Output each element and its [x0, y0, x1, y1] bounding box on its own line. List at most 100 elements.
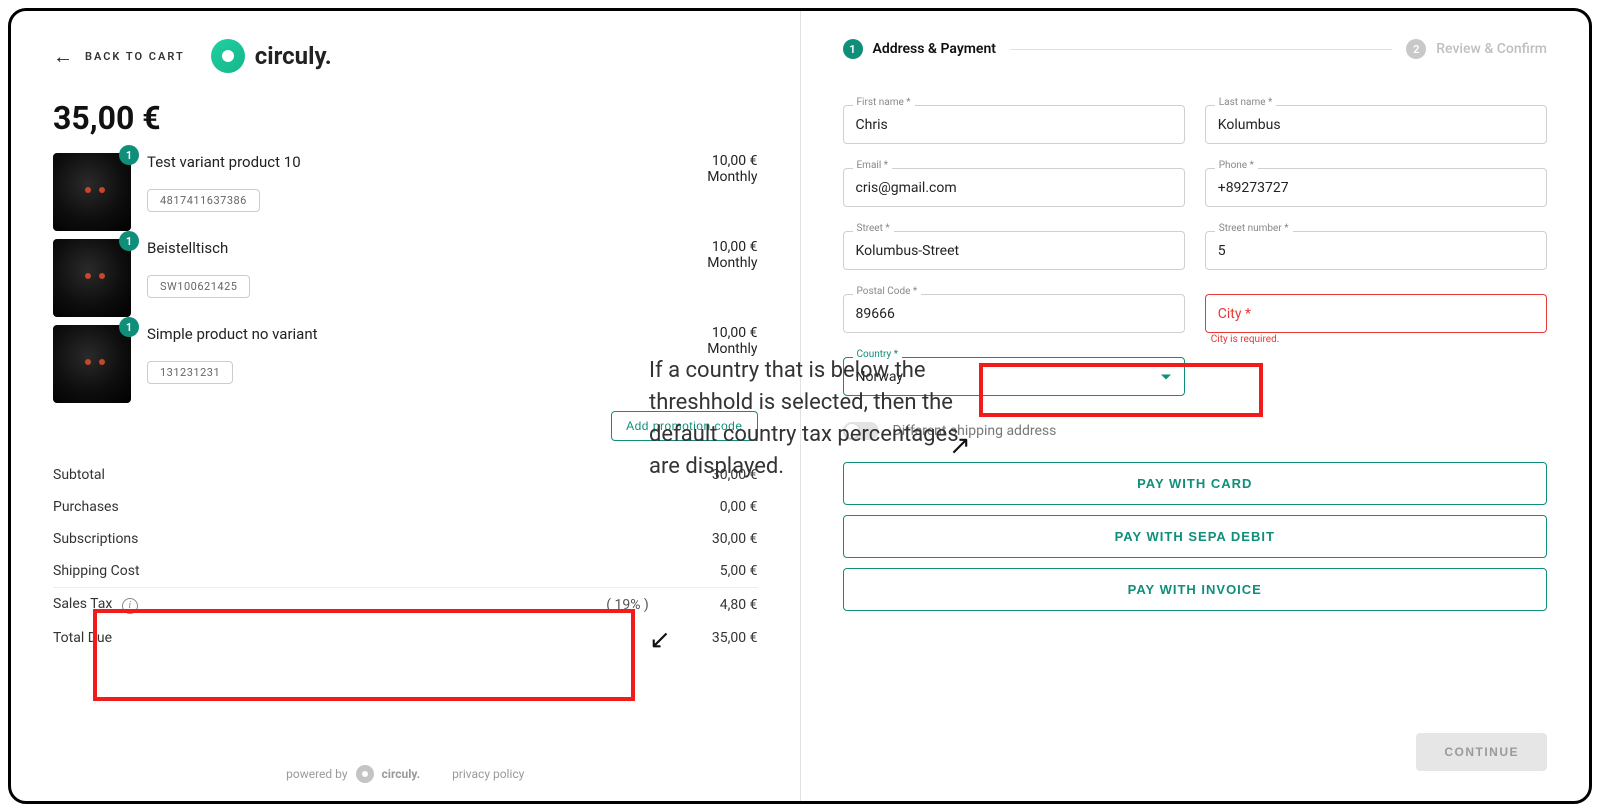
- qty-badge: 1: [119, 145, 139, 165]
- field-value[interactable]: Kolumbus: [1205, 105, 1547, 144]
- product-name: Test variant product 10: [147, 153, 652, 171]
- summary-label: Subtotal: [53, 467, 668, 483]
- field-placeholder[interactable]: City *: [1205, 294, 1547, 333]
- product-name: Beistelltisch: [147, 239, 652, 257]
- product-thumb: 1: [53, 325, 131, 403]
- city-field[interactable]: City * City is required.: [1205, 294, 1547, 333]
- summary-value: 0,00 €: [668, 499, 758, 515]
- first-name-field[interactable]: First name * Chris: [843, 105, 1185, 144]
- step-address-payment[interactable]: 1 Address & Payment: [843, 39, 997, 59]
- last-name-field[interactable]: Last name * Kolumbus: [1205, 105, 1547, 144]
- step-review-confirm[interactable]: 2 Review & Confirm: [1406, 39, 1547, 59]
- street-field[interactable]: Street * Kolumbus-Street: [843, 231, 1185, 270]
- field-value[interactable]: +89273727: [1205, 168, 1547, 207]
- summary-label: Sales Tax i: [53, 596, 588, 614]
- summary-shipping: Shipping Cost 5,00 €: [53, 555, 758, 588]
- checkout-form-panel: 1 Address & Payment 2 Review & Confirm F…: [801, 11, 1590, 801]
- tax-percentage: ( 19% ): [588, 597, 668, 613]
- field-value[interactable]: Kolumbus-Street: [843, 231, 1185, 270]
- summary-value: 5,00 €: [668, 563, 758, 579]
- shipping-toggle[interactable]: [843, 422, 879, 440]
- summary-value: 30,00 €: [668, 467, 758, 483]
- pay-invoice-button[interactable]: PAY WITH INVOICE: [843, 568, 1548, 611]
- field-label: First name *: [853, 97, 915, 108]
- product-thumb: 1: [53, 239, 131, 317]
- field-error: City is required.: [1211, 334, 1280, 345]
- product-sku: SW100621425: [147, 275, 250, 298]
- product-name: Simple product no variant: [147, 325, 652, 343]
- field-label: Last name *: [1215, 97, 1277, 108]
- field-value[interactable]: cris@gmail.com: [843, 168, 1185, 207]
- qty-badge: 1: [119, 231, 139, 251]
- product-sku: 4817411637386: [147, 189, 260, 212]
- summary-total-due: Total Due 35,00 €: [53, 622, 758, 654]
- product-period: Monthly: [668, 169, 758, 185]
- step-line: [1010, 49, 1392, 50]
- footer-logo-icon: [356, 765, 374, 783]
- step-number-icon: 1: [843, 39, 863, 59]
- summary-subscriptions: Subscriptions 30,00 €: [53, 523, 758, 555]
- continue-button[interactable]: CONTINUE: [1416, 733, 1547, 771]
- email-field[interactable]: Email * cris@gmail.com: [843, 168, 1185, 207]
- powered-by-label: powered by: [286, 767, 347, 781]
- tax-label-text: Sales Tax: [53, 596, 112, 612]
- checkout-steps: 1 Address & Payment 2 Review & Confirm: [843, 39, 1548, 59]
- country-select[interactable]: Country * Norway: [843, 357, 1185, 396]
- step-label: Review & Confirm: [1436, 41, 1547, 57]
- summary-label: Purchases: [53, 499, 668, 515]
- privacy-link[interactable]: privacy policy: [452, 767, 524, 781]
- shipping-toggle-label: Different shipping address: [893, 423, 1057, 439]
- summary-tax: Sales Tax i ( 19% ) 4,80 €: [53, 588, 758, 622]
- footer-brand: circuly.: [382, 767, 421, 781]
- checkout-frame: ← BACK TO CART circuly. 35,00 € 1 Test v…: [8, 8, 1592, 804]
- summary-value: 35,00 €: [668, 630, 758, 646]
- field-value[interactable]: Norway: [843, 357, 1185, 396]
- step-number-icon: 2: [1406, 39, 1426, 59]
- step-label: Address & Payment: [873, 41, 997, 57]
- field-label: Street number *: [1215, 223, 1293, 234]
- field-label: Country *: [853, 349, 903, 360]
- postal-code-field[interactable]: Postal Code * 89666: [843, 294, 1185, 333]
- field-label: Postal Code *: [853, 286, 922, 297]
- product-price: 10,00 €: [668, 325, 758, 341]
- summary-value: 30,00 €: [668, 531, 758, 547]
- summary-subtotal: Subtotal 30,00 €: [53, 459, 758, 491]
- cart-item: 1 Test variant product 10 4817411637386 …: [53, 153, 758, 231]
- brand-logo: circuly.: [211, 39, 332, 73]
- product-period: Monthly: [668, 341, 758, 357]
- different-shipping-row: Different shipping address: [843, 422, 1548, 440]
- field-value[interactable]: Chris: [843, 105, 1185, 144]
- field-label: Email *: [853, 160, 893, 171]
- pay-card-button[interactable]: PAY WITH CARD: [843, 462, 1548, 505]
- product-price: 10,00 €: [668, 239, 758, 255]
- summary-label: Shipping Cost: [53, 563, 668, 579]
- cart-item: 1 Simple product no variant 131231231 10…: [53, 325, 758, 403]
- order-summary-panel: ← BACK TO CART circuly. 35,00 € 1 Test v…: [11, 11, 800, 801]
- brand-name: circuly.: [255, 42, 332, 70]
- product-thumb: 1: [53, 153, 131, 231]
- field-label: Phone *: [1215, 160, 1258, 171]
- pay-sepa-button[interactable]: PAY WITH SEPA DEBIT: [843, 515, 1548, 558]
- chevron-down-icon: [1161, 374, 1171, 379]
- summary-label: Subscriptions: [53, 531, 668, 547]
- cart-item: 1 Beistelltisch SW100621425 10,00 € Mont…: [53, 239, 758, 317]
- summary-value: 4,80 €: [668, 597, 758, 613]
- info-icon[interactable]: i: [122, 598, 138, 614]
- footer: powered by circuly. privacy policy: [11, 765, 800, 783]
- back-to-cart-link[interactable]: BACK TO CART: [85, 50, 185, 63]
- street-number-field[interactable]: Street number * 5: [1205, 231, 1547, 270]
- field-value[interactable]: 89666: [843, 294, 1185, 333]
- brand-logo-icon: [211, 39, 245, 73]
- phone-field[interactable]: Phone * +89273727: [1205, 168, 1547, 207]
- add-promo-button[interactable]: Add promotion code: [611, 411, 757, 441]
- powered-by: powered by circuly.: [286, 765, 420, 783]
- back-row: ← BACK TO CART circuly.: [53, 39, 758, 73]
- arrow-left-icon[interactable]: ←: [53, 46, 73, 66]
- grand-total: 35,00 €: [53, 99, 758, 137]
- product-sku: 131231231: [147, 361, 233, 384]
- product-period: Monthly: [668, 255, 758, 271]
- field-label: Street *: [853, 223, 894, 234]
- product-price: 10,00 €: [668, 153, 758, 169]
- field-value[interactable]: 5: [1205, 231, 1547, 270]
- address-form: First name * Chris Last name * Kolumbus …: [843, 105, 1548, 396]
